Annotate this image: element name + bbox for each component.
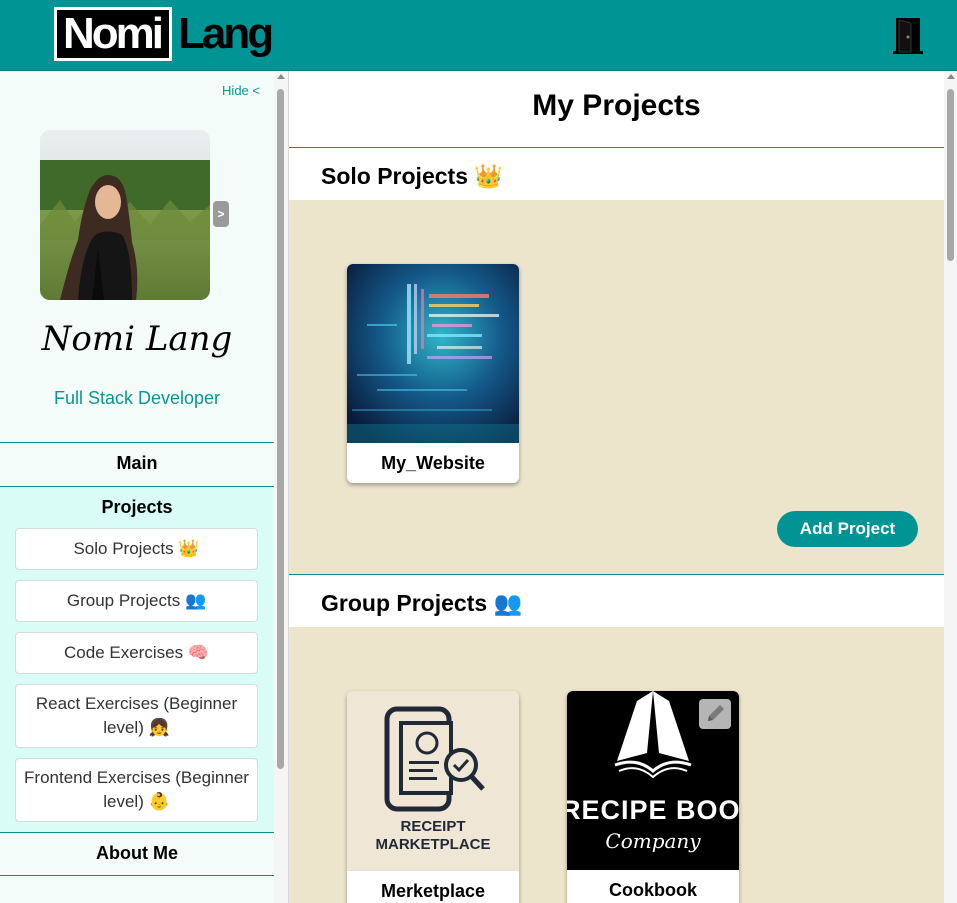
edit-button[interactable] xyxy=(699,699,731,729)
project-card-title: Cookbook xyxy=(609,880,697,900)
nav-about-me[interactable]: About Me xyxy=(0,843,274,864)
nav-code-exercises[interactable]: Code Exercises 🧠 xyxy=(15,632,258,674)
add-project-button[interactable]: Add Project xyxy=(777,511,918,547)
main-content: My Projects Solo Projects 👑 My_Website A… xyxy=(289,71,944,903)
project-card-cookbook[interactable]: RECIPE BOOK Company Cookbook xyxy=(567,691,739,903)
divider xyxy=(0,442,274,443)
group-projects-heading: Group Projects 👥 xyxy=(321,590,523,616)
main-scrollbar[interactable] xyxy=(944,71,957,903)
nav-group-projects[interactable]: Group Projects 👥 xyxy=(15,580,258,622)
logo-text-line2: Company xyxy=(605,829,701,853)
logo-part1: Nomi xyxy=(54,7,172,61)
project-card-title: Merketplace xyxy=(347,870,519,903)
user-name: Nomi Lang xyxy=(41,319,233,359)
logo-text-line1: RECIPE BOOK xyxy=(567,795,739,825)
projects-nav-block: Projects Solo Projects 👑 Group Projects … xyxy=(0,487,274,832)
top-header: Nomi Lang xyxy=(0,0,957,71)
logo-text-line1: RECEIPT xyxy=(400,818,466,835)
site-logo[interactable]: Nomi Lang xyxy=(54,7,274,61)
nav-main[interactable]: Main xyxy=(0,453,274,474)
page-title: My Projects xyxy=(532,89,701,122)
solo-projects-heading: Solo Projects 👑 xyxy=(321,163,504,189)
user-role: Full Stack Developer xyxy=(53,388,221,408)
logo-part2: Lang xyxy=(178,9,274,58)
scroll-up-arrow-icon[interactable] xyxy=(947,74,955,79)
divider xyxy=(289,147,944,148)
avatar-next-button[interactable]: > xyxy=(213,201,229,227)
scroll-up-arrow-icon[interactable] xyxy=(277,74,285,79)
nav-solo-projects[interactable]: Solo Projects 👑 xyxy=(15,528,258,570)
avatar xyxy=(40,130,210,300)
project-card-my-website[interactable]: My_Website xyxy=(347,264,519,483)
divider xyxy=(0,875,274,876)
nav-projects[interactable]: Projects xyxy=(0,497,274,518)
group-projects-section: RECEIPT MARKETPLACE Merketplace RECIPE B… xyxy=(289,627,944,903)
main-scroll-thumb[interactable] xyxy=(947,89,954,261)
sidebar-scroll-thumb[interactable] xyxy=(277,89,284,769)
solo-projects-section: My_Website Add Project xyxy=(289,200,944,574)
project-thumbnail: RECIPE BOOK Company xyxy=(567,691,739,870)
project-card-merketplace[interactable]: RECEIPT MARKETPLACE Merketplace xyxy=(347,691,519,903)
pencil-icon xyxy=(708,705,724,721)
nav-frontend-exercises[interactable]: Frontend Exercises (Beginner level) 👶 xyxy=(15,758,258,822)
logo-text-line2: MARKETPLACE xyxy=(375,836,491,853)
sidebar: Hide < > Nomi Lang Full Stack Developer … xyxy=(0,71,289,903)
project-card-title: My_Website xyxy=(381,453,485,473)
sidebar-scrollbar[interactable] xyxy=(274,71,288,903)
divider xyxy=(289,574,944,575)
divider xyxy=(0,832,274,833)
project-thumbnail xyxy=(347,264,519,443)
door-icon[interactable] xyxy=(893,15,923,55)
nav-react-exercises[interactable]: React Exercises (Beginner level) 👧 xyxy=(15,684,258,748)
hide-sidebar-link[interactable]: Hide < xyxy=(222,83,260,98)
project-thumbnail: RECEIPT MARKETPLACE xyxy=(347,691,519,870)
